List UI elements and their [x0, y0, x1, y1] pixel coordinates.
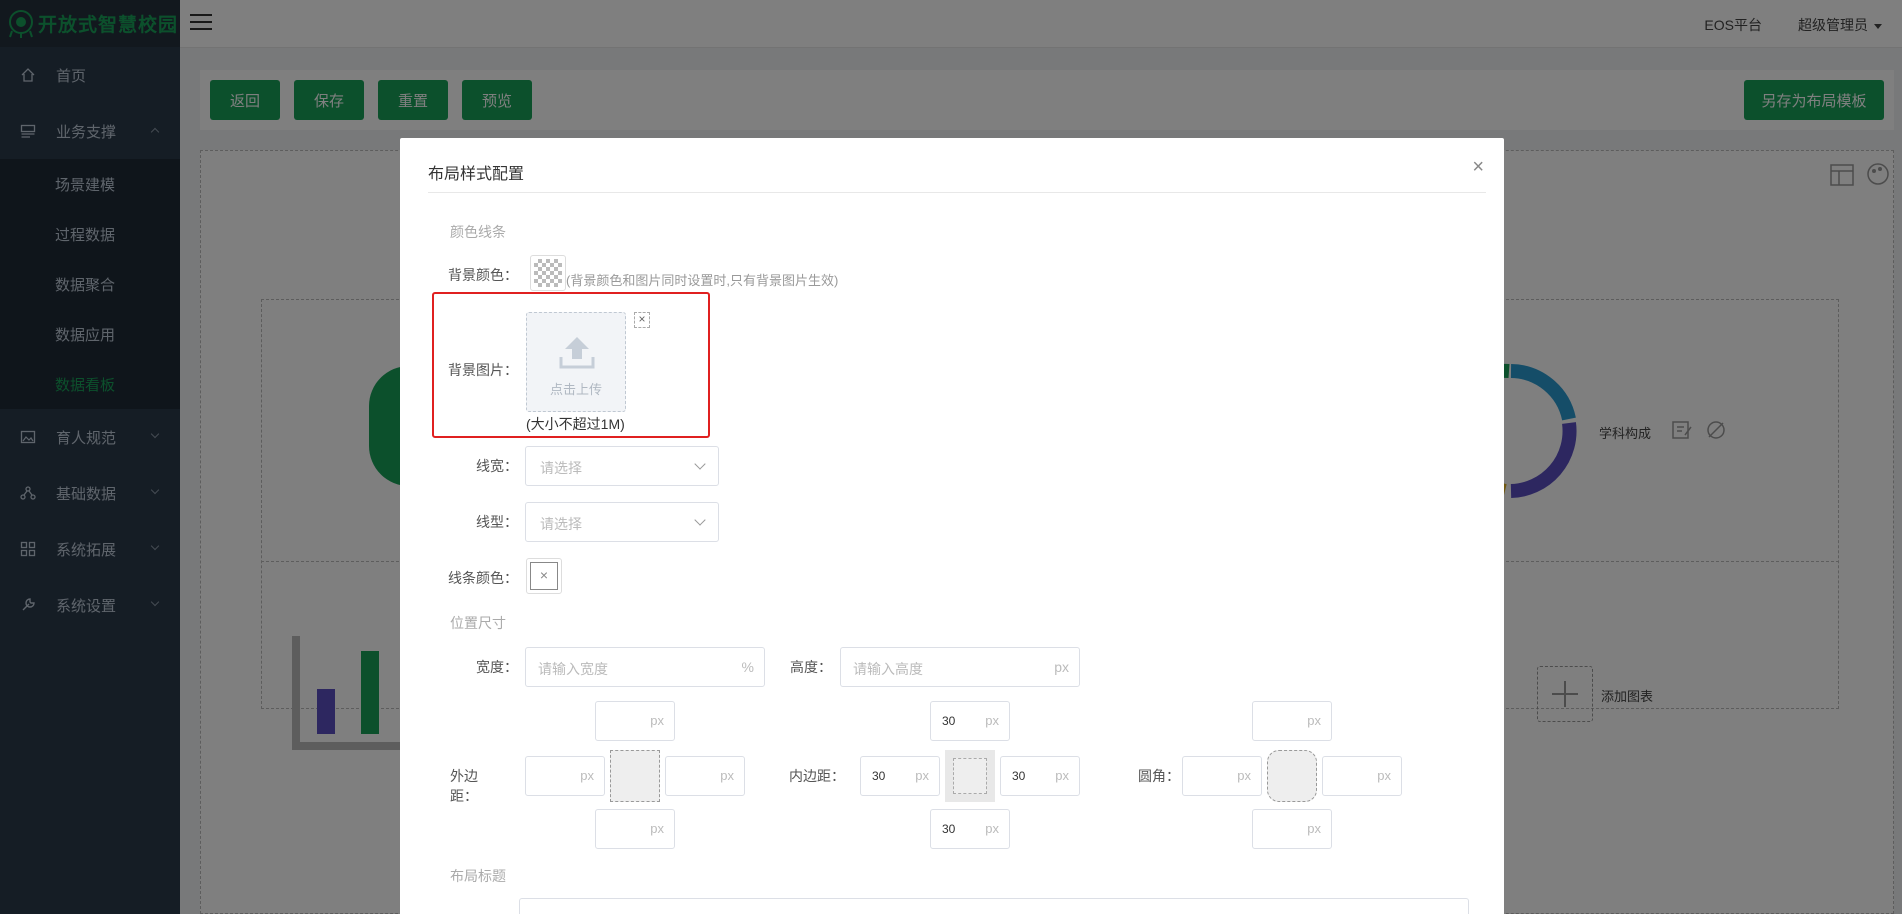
radius-label: 圆角： — [1138, 768, 1180, 784]
unit: px — [1307, 713, 1321, 728]
padding-label: 内边距： — [789, 768, 845, 784]
margin-preview — [610, 750, 660, 802]
remove-image-icon[interactable]: × — [634, 312, 650, 328]
bg-color-label: 背景颜色： — [448, 267, 518, 283]
width-label: 宽度： — [476, 659, 518, 675]
margin-left-input[interactable]: px — [525, 756, 605, 796]
select-placeholder: 请选择 — [540, 460, 582, 476]
transparent-swatch — [534, 259, 562, 287]
chevron-down-icon — [694, 458, 706, 470]
unit: px — [650, 821, 664, 836]
bg-color-hint: (背景颜色和图片同时设置时,只有背景图片生效) — [566, 273, 839, 288]
radius-preview — [1267, 750, 1317, 802]
margin-label: 外边距： — [450, 768, 478, 804]
unit: px — [915, 768, 929, 783]
value: 30 — [942, 822, 956, 836]
margin-top-input[interactable]: px — [595, 701, 675, 741]
upload-icon — [559, 337, 595, 369]
unit: px — [1307, 821, 1321, 836]
unit: px — [720, 768, 734, 783]
unit: px — [985, 713, 999, 728]
dialog-title: 布局样式配置 — [428, 166, 525, 183]
line-type-select[interactable]: 请选择 — [525, 502, 719, 542]
margin-bottom-input[interactable]: px — [595, 809, 675, 849]
bg-image-upload[interactable]: 点击上传 — [526, 312, 626, 412]
padding-left-input[interactable]: 30 px — [860, 756, 940, 796]
layout-title-input[interactable] — [519, 898, 1469, 914]
empty-color-icon: × — [530, 562, 558, 590]
radius-left-input[interactable]: px — [1182, 756, 1262, 796]
padding-top-input[interactable]: 30 px — [930, 701, 1010, 741]
section-position-size: 位置尺寸 — [450, 615, 506, 631]
width-unit: % — [741, 659, 754, 675]
padding-bottom-input[interactable]: 30 px — [930, 809, 1010, 849]
bg-image-label: 背景图片： — [448, 362, 518, 378]
size-hint: (大小不超过1M) — [526, 416, 625, 432]
section-color-lines: 颜色线条 — [450, 224, 506, 240]
dialog-divider — [428, 192, 1486, 193]
unit: px — [1055, 768, 1069, 783]
unit: px — [1377, 768, 1391, 783]
width-input[interactable]: 请输入宽度 % — [525, 647, 765, 687]
line-color-picker[interactable]: × — [526, 558, 562, 594]
height-unit: px — [1054, 659, 1069, 675]
upload-text: 点击上传 — [549, 382, 602, 397]
height-placeholder: 请输入高度 — [853, 661, 923, 677]
radius-bottom-input[interactable]: px — [1252, 809, 1332, 849]
select-placeholder: 请选择 — [540, 516, 582, 532]
height-label: 高度： — [790, 659, 832, 675]
value: 30 — [1012, 769, 1026, 783]
unit: px — [1237, 768, 1251, 783]
chevron-down-icon — [694, 514, 706, 526]
line-color-label: 线条颜色： — [448, 570, 518, 586]
line-width-select[interactable]: 请选择 — [525, 446, 719, 486]
section-layout-title: 布局标题 — [450, 868, 506, 884]
bg-color-picker[interactable] — [530, 255, 566, 291]
margin-right-input[interactable]: px — [665, 756, 745, 796]
layout-style-dialog: 布局样式配置 × 颜色线条 背景颜色： (背景颜色和图片同时设置时,只有背景图片… — [400, 138, 1504, 914]
unit: px — [580, 768, 594, 783]
radius-right-input[interactable]: px — [1322, 756, 1402, 796]
value: 30 — [942, 714, 956, 728]
line-width-label: 线宽： — [476, 458, 518, 474]
unit: px — [985, 821, 999, 836]
height-input[interactable]: 请输入高度 px — [840, 647, 1080, 687]
close-icon[interactable]: × — [1472, 156, 1484, 179]
padding-right-input[interactable]: 30 px — [1000, 756, 1080, 796]
radius-top-input[interactable]: px — [1252, 701, 1332, 741]
value: 30 — [872, 769, 886, 783]
padding-preview — [945, 750, 995, 802]
unit: px — [650, 713, 664, 728]
line-type-label: 线型： — [476, 514, 518, 530]
width-placeholder: 请输入宽度 — [538, 661, 608, 677]
